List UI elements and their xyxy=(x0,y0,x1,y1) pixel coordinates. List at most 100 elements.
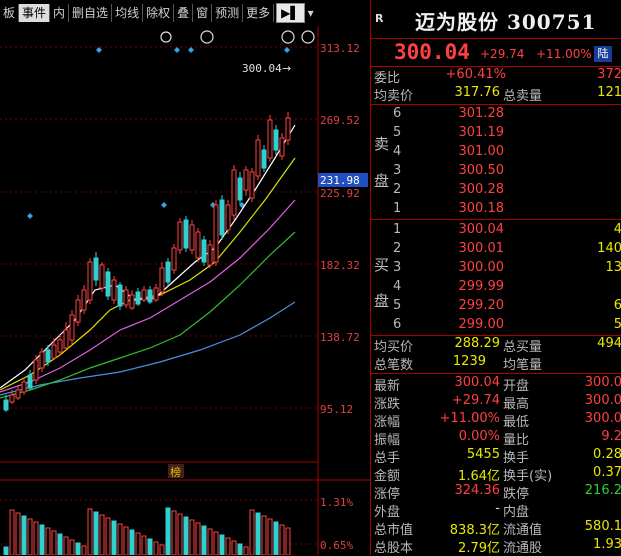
vol-axis-label-2: 0.65% xyxy=(320,539,353,552)
candle xyxy=(69,314,75,341)
candle xyxy=(57,339,63,353)
volume-bar xyxy=(171,510,177,555)
buy-level-row[interactable]: 4 299.99 xyxy=(371,279,621,297)
volume-bar xyxy=(135,532,141,555)
stat-row: 总股本 2.79亿 流通股 1.93 xyxy=(374,537,621,556)
volume-bar xyxy=(123,526,129,555)
volume-bar xyxy=(21,515,27,555)
candle xyxy=(261,149,267,169)
more-button[interactable]: 更多 xyxy=(243,4,275,22)
volume-bar xyxy=(51,530,57,555)
buy-level-row[interactable]: 5 299.20 6 xyxy=(371,298,621,316)
chart-tools[interactable] xyxy=(160,30,315,44)
stat-row: 金额 1.64亿 换手(实) 0.37 xyxy=(374,465,621,484)
volume-bar xyxy=(183,516,189,555)
chevron-down-icon[interactable]: ▾ xyxy=(305,4,317,22)
expand-arrow-icon[interactable]: ▶▌ xyxy=(276,3,305,23)
stat-row: 振幅 0.00% 量比 9.2 xyxy=(374,429,621,448)
candle xyxy=(207,244,213,266)
candle xyxy=(255,139,261,177)
candle xyxy=(213,204,219,263)
buy-level-row[interactable]: 3 300.00 13 xyxy=(371,260,621,278)
volume-bar xyxy=(57,533,63,555)
volume-bar xyxy=(285,527,291,555)
volume-bar xyxy=(33,521,39,555)
volume-bar xyxy=(273,521,279,555)
candle xyxy=(285,117,291,141)
volume-bar xyxy=(195,522,201,555)
overlay-button[interactable]: 叠 xyxy=(174,4,194,22)
volume-bar xyxy=(237,543,243,555)
volume-bar xyxy=(177,513,183,555)
volume-bar xyxy=(153,541,159,555)
candle xyxy=(135,291,141,305)
candle xyxy=(189,224,195,251)
sell-level-row[interactable]: 5 301.19 xyxy=(371,125,621,143)
price-axis-label-1: 313.12 xyxy=(320,42,360,55)
volume-bar xyxy=(63,536,69,555)
tab-events[interactable]: 事件 xyxy=(19,4,51,22)
volume-bar xyxy=(93,511,99,555)
candle xyxy=(105,271,111,297)
candle xyxy=(39,351,45,369)
stat-row: 总手 5455 换手 0.28 xyxy=(374,447,621,466)
volume-bar xyxy=(105,517,111,555)
candle xyxy=(51,344,57,359)
window-button[interactable]: 窗 xyxy=(193,4,213,22)
buy-level-row[interactable]: 6 299.00 5 xyxy=(371,317,621,335)
stat-row: 外盘 - 内盘 xyxy=(374,501,530,520)
stat-row: 涨停 324.36 跌停 216.2 xyxy=(374,483,621,502)
volume-bar xyxy=(159,544,165,555)
volume-bar xyxy=(75,542,81,555)
candle xyxy=(147,289,153,303)
kline-chart[interactable]: 313.12 269.52 225.92 182.32 138.72 95.12… xyxy=(0,26,370,555)
buy-level-row[interactable]: 2 300.01 140 xyxy=(371,241,621,259)
volume-bar xyxy=(15,512,21,555)
volume-bar xyxy=(213,531,219,555)
sell-level-row[interactable]: 4 301.00 xyxy=(371,144,621,162)
sell-level-row[interactable]: 2 300.28 xyxy=(371,182,621,200)
rank-badge: 榜 xyxy=(170,465,181,479)
candle xyxy=(249,171,255,199)
volume-bar xyxy=(45,527,51,555)
tab-inner[interactable]: 内 xyxy=(50,4,70,22)
current-price-tag: 231.98 xyxy=(320,174,360,187)
price-axis-label-2: 269.52 xyxy=(320,114,360,127)
volume-bar xyxy=(243,546,249,555)
candle xyxy=(123,289,129,306)
candle xyxy=(75,299,81,323)
tab-board[interactable]: 板 xyxy=(0,4,20,22)
volume-bar xyxy=(279,524,285,555)
sell-level-row[interactable]: 3 300.50 xyxy=(371,163,621,181)
candle xyxy=(243,169,249,191)
buy-level-row[interactable]: 1 300.04 4 xyxy=(371,222,621,240)
forecast-button[interactable]: 预测 xyxy=(212,4,244,22)
volume-bar xyxy=(165,507,171,555)
weibi-row: 委比 +60.41% 372 xyxy=(374,67,621,86)
volume-bar xyxy=(141,535,147,555)
candle xyxy=(237,177,243,201)
volume-bar xyxy=(267,518,273,555)
volume-bar xyxy=(231,540,237,555)
sell-level-row[interactable]: 6 301.28 xyxy=(371,106,621,124)
sell-level-row[interactable]: 1 300.18 xyxy=(371,201,621,219)
volume-bar xyxy=(39,524,45,555)
candle xyxy=(171,247,177,271)
ma-button[interactable]: 均线 xyxy=(112,4,144,22)
candle xyxy=(183,219,189,249)
stat-row: 最新 300.04 开盘 300.0 xyxy=(374,375,621,394)
exright-button[interactable]: 除权 xyxy=(143,4,175,22)
stat-row: 总市值 838.3亿 流通值 580.1 xyxy=(374,519,621,538)
candle xyxy=(63,329,69,349)
price-note: 300.04 xyxy=(242,62,282,75)
candle xyxy=(141,289,147,301)
volume-bar xyxy=(147,538,153,555)
candle xyxy=(99,264,105,289)
svg-text:→: → xyxy=(282,62,291,75)
volume-bar xyxy=(9,509,15,555)
candle xyxy=(129,294,135,309)
candle xyxy=(33,359,39,381)
candle xyxy=(3,399,9,411)
remove-watchlist-button[interactable]: 删自选 xyxy=(69,4,113,22)
volume-bar xyxy=(255,512,261,555)
